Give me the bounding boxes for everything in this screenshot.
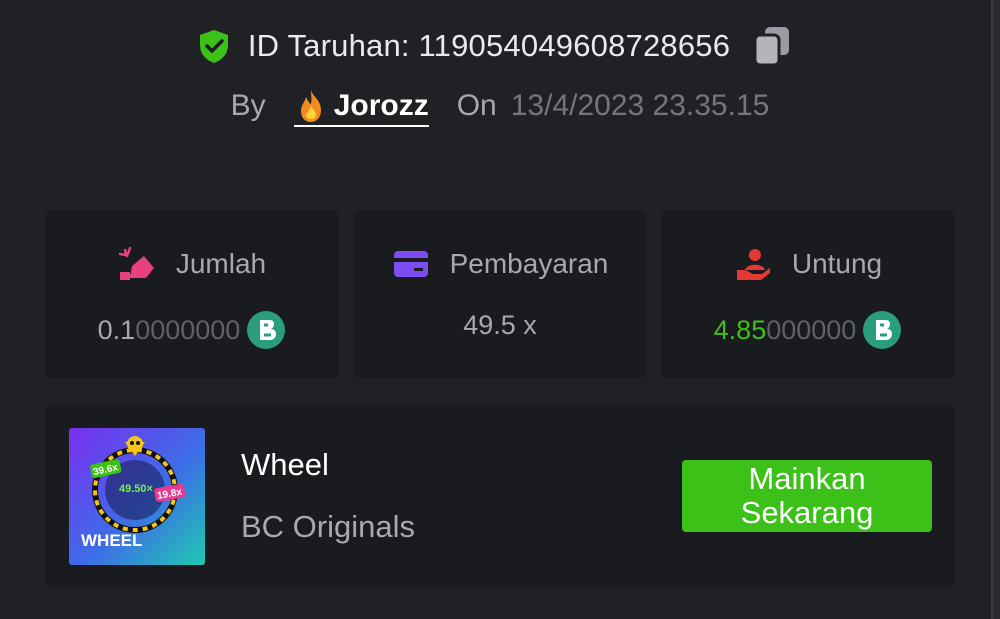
by-label: By — [230, 89, 266, 122]
stat-label: Pembayaran — [449, 248, 609, 279]
username: Jorozz — [333, 88, 429, 122]
stat-header: Untung — [661, 246, 955, 282]
value-trailing: 0000000 — [135, 314, 241, 345]
game-title[interactable]: Wheel — [241, 447, 329, 483]
bet-amount-icon — [118, 246, 154, 280]
stat-header: Pembayaran — [354, 246, 646, 282]
game-thumbnail[interactable]: 49.50× 39.6x 19.8x WHEEL — [69, 428, 205, 565]
bet-id-row: ID Taruhan: 119054049608728656 — [0, 24, 1000, 68]
stat-value: 4.85 000000 — [661, 310, 955, 350]
stat-card-payout: Pembayaran 49.5 x — [354, 210, 646, 378]
stat-card-profit: Untung 4.85 000000 — [661, 210, 955, 378]
game-card: 49.50× 39.6x 19.8x WHEEL Wheel BC Origin… — [45, 405, 955, 587]
bc-coin-icon — [247, 311, 286, 349]
value-trailing: 000000 — [766, 314, 857, 345]
stat-card-amount: Jumlah 0.1 0000000 — [45, 210, 339, 378]
stat-header: Jumlah — [45, 246, 339, 282]
stat-label: Untung — [791, 248, 883, 279]
bet-date: 13/4/2023 23.35.15 — [510, 89, 770, 122]
bc-coin-icon — [863, 311, 902, 349]
payout-card-icon — [393, 251, 428, 277]
user-link[interactable]: Jorozz — [293, 88, 429, 127]
thumb-brand: WHEEL — [81, 531, 142, 550]
value-significant: 4.85 — [713, 314, 767, 345]
shield-check-icon — [199, 30, 228, 63]
bet-id-text: ID Taruhan: 119054049608728656 — [247, 28, 731, 63]
stat-value: 0.1 0000000 — [45, 310, 339, 350]
value-significant: 0.1 — [97, 314, 136, 345]
wheel-game-art: 49.50× 39.6x 19.8x WHEEL — [69, 428, 205, 565]
profit-hand-icon — [736, 249, 770, 280]
bet-author-row: By Jorozz On 13/4/2023 23.35.15 — [0, 84, 1000, 128]
game-provider: BC Originals — [241, 509, 415, 544]
stat-value: 49.5 x — [354, 310, 646, 341]
payout-value: 49.5 x — [463, 310, 537, 340]
play-now-button[interactable]: Mainkan Sekarang — [682, 460, 932, 532]
copy-icon[interactable] — [752, 25, 792, 67]
thumb-center-value: 49.50× — [119, 483, 153, 495]
on-label: On — [456, 89, 497, 122]
stat-label: Jumlah — [175, 248, 267, 279]
flame-icon — [300, 89, 321, 122]
